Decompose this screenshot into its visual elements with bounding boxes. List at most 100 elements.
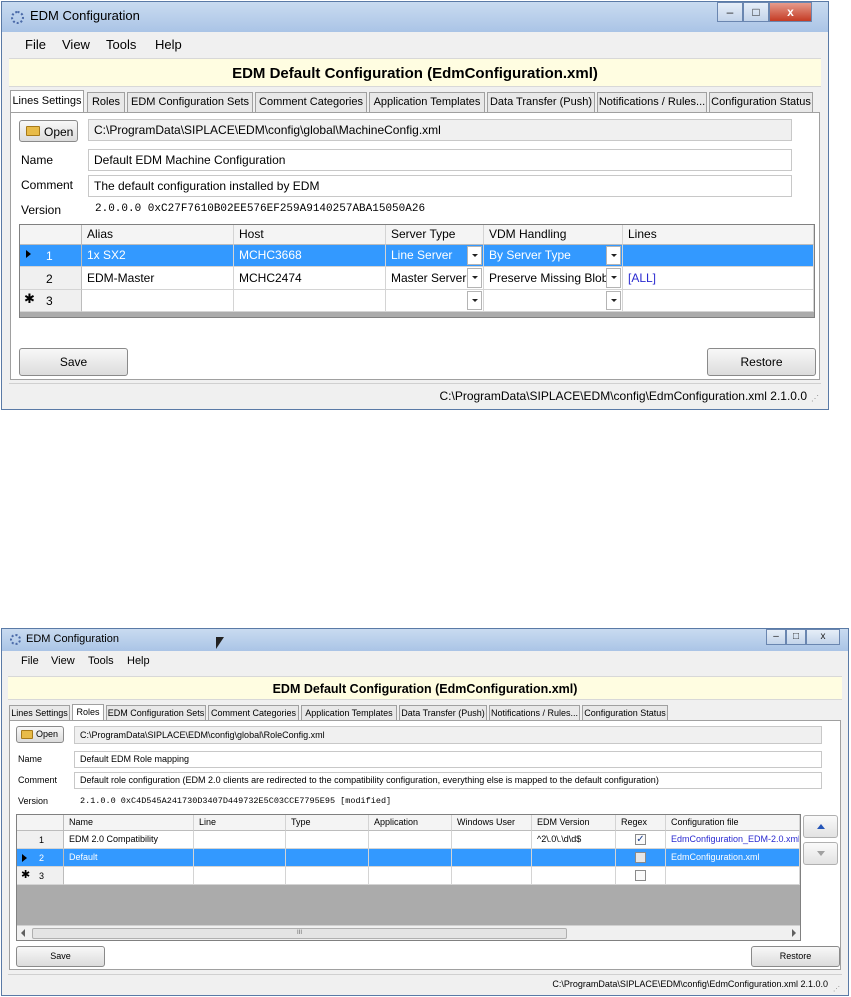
restore-button[interactable]: Restore [751,946,840,967]
tab-lines-settings[interactable]: Lines Settings [9,705,70,720]
column-header-windows-user[interactable]: Windows User [452,815,532,831]
cell-application[interactable] [369,831,452,849]
cell-edm-version[interactable] [532,867,616,885]
tab-notifications-rules[interactable]: Notifications / Rules... [489,705,580,720]
dropdown-arrow-icon[interactable] [467,268,482,288]
scroll-left-icon[interactable] [21,929,25,937]
cell-edm-version[interactable] [532,849,616,867]
tab-data-transfer-push[interactable]: Data Transfer (Push) [399,705,487,720]
column-header-vdm-handling[interactable]: VDM Handling [484,225,623,245]
scroll-right-icon[interactable] [792,929,796,937]
tab-edm-configuration-sets[interactable]: EDM Configuration Sets [106,705,206,720]
close-button[interactable]: x [769,2,812,22]
name-input[interactable]: Default EDM Machine Configuration [88,149,792,171]
menu-view[interactable]: View [51,655,75,667]
cell-lines[interactable] [623,290,814,312]
tab-roles[interactable]: Roles [87,92,125,113]
move-down-button[interactable] [803,842,838,865]
column-header-regex[interactable]: Regex [616,815,666,831]
scroll-thumb[interactable]: III [32,928,567,939]
tab-roles[interactable]: Roles [72,704,104,721]
dropdown-arrow-icon[interactable] [606,246,621,265]
cell-lines[interactable] [623,245,814,267]
column-header-host[interactable]: Host [234,225,386,245]
column-header-configuration-file[interactable]: Configuration file [666,815,800,831]
menu-file[interactable]: File [25,37,46,52]
maximize-button[interactable]: □ [786,629,806,645]
row-header-new[interactable]: ✱ 3 [20,290,82,312]
save-button[interactable]: Save [16,946,105,967]
cell-regex[interactable] [616,867,666,885]
cell-server-type-dropdown[interactable]: Line Server [386,245,484,267]
column-header-line[interactable]: Line [194,815,286,831]
tab-application-templates[interactable]: Application Templates [301,705,397,720]
regex-checkbox[interactable] [635,852,646,863]
cell-type[interactable] [286,831,369,849]
dropdown-arrow-icon[interactable] [467,246,482,265]
row-header-new[interactable]: ✱ 3 [17,867,64,885]
comment-input[interactable]: The default configuration installed by E… [88,175,792,197]
cell-line[interactable] [194,867,286,885]
cell-name[interactable]: Default [64,849,194,867]
menu-help[interactable]: Help [127,655,150,667]
column-header-alias[interactable]: Alias [82,225,234,245]
column-header-application[interactable]: Application [369,815,452,831]
dropdown-arrow-icon[interactable] [467,291,482,310]
column-header-lines[interactable]: Lines [623,225,814,245]
title-bar[interactable]: EDM Configuration – □ x [2,2,828,32]
menu-view[interactable]: View [62,37,90,52]
cell-vdm-dropdown[interactable]: Preserve Missing Blobs [484,267,623,290]
minimize-button[interactable]: – [766,629,786,645]
menu-tools[interactable]: Tools [106,37,136,52]
row-header-2[interactable]: 2 [20,267,82,290]
tab-configuration-status[interactable]: Configuration Status [582,705,668,720]
cell-host[interactable] [234,290,386,312]
title-bar[interactable]: EDM Configuration – □ x [2,629,848,651]
row-header-2[interactable]: 2 [17,849,64,867]
name-input[interactable]: Default EDM Role mapping [74,751,822,768]
move-up-button[interactable] [803,815,838,838]
dropdown-arrow-icon[interactable] [606,268,621,288]
regex-checkbox[interactable]: ✓ [635,834,646,845]
cell-regex[interactable]: ✓ [616,831,666,849]
tab-comment-categories[interactable]: Comment Categories [255,92,367,113]
tab-edm-configuration-sets[interactable]: EDM Configuration Sets [127,92,253,113]
comment-input[interactable]: Default role configuration (EDM 2.0 clie… [74,772,822,789]
column-header-name[interactable]: Name [64,815,194,831]
cell-line[interactable] [194,831,286,849]
menu-tools[interactable]: Tools [88,655,114,667]
cell-application[interactable] [369,867,452,885]
dropdown-arrow-icon[interactable] [606,291,621,310]
cell-server-type-dropdown[interactable]: Master Server [386,267,484,290]
resize-grip-icon[interactable]: ⋰ [833,985,840,993]
restore-button[interactable]: Restore [707,348,816,376]
cell-vdm-dropdown[interactable] [484,290,623,312]
cell-name[interactable]: EDM 2.0 Compatibility [64,831,194,849]
open-button[interactable]: Open [19,120,78,142]
maximize-button[interactable]: □ [743,2,769,22]
cell-alias[interactable] [82,290,234,312]
cell-alias[interactable]: EDM-Master [82,267,234,290]
cell-windows-user[interactable] [452,831,532,849]
cell-type[interactable] [286,867,369,885]
cell-regex[interactable] [616,849,666,867]
cell-windows-user[interactable] [452,849,532,867]
regex-checkbox[interactable] [635,870,646,881]
cell-edm-version[interactable]: ^2\.0\.\d\d$ [532,831,616,849]
tab-configuration-status[interactable]: Configuration Status [709,92,813,113]
cell-application[interactable] [369,849,452,867]
menu-file[interactable]: File [21,655,39,667]
column-header-server-type[interactable]: Server Type [386,225,484,245]
cell-server-type-dropdown[interactable] [386,290,484,312]
tab-application-templates[interactable]: Application Templates [369,92,485,113]
cell-line[interactable] [194,849,286,867]
column-header-edm-version[interactable]: EDM Version [532,815,616,831]
cell-windows-user[interactable] [452,867,532,885]
cell-host[interactable]: MCHC2474 [234,267,386,290]
cell-name[interactable] [64,867,194,885]
cell-configuration-file[interactable] [666,867,800,885]
tab-notifications-rules[interactable]: Notifications / Rules... [597,92,707,113]
column-header-type[interactable]: Type [286,815,369,831]
tab-comment-categories[interactable]: Comment Categories [208,705,299,720]
close-button[interactable]: x [806,629,840,645]
